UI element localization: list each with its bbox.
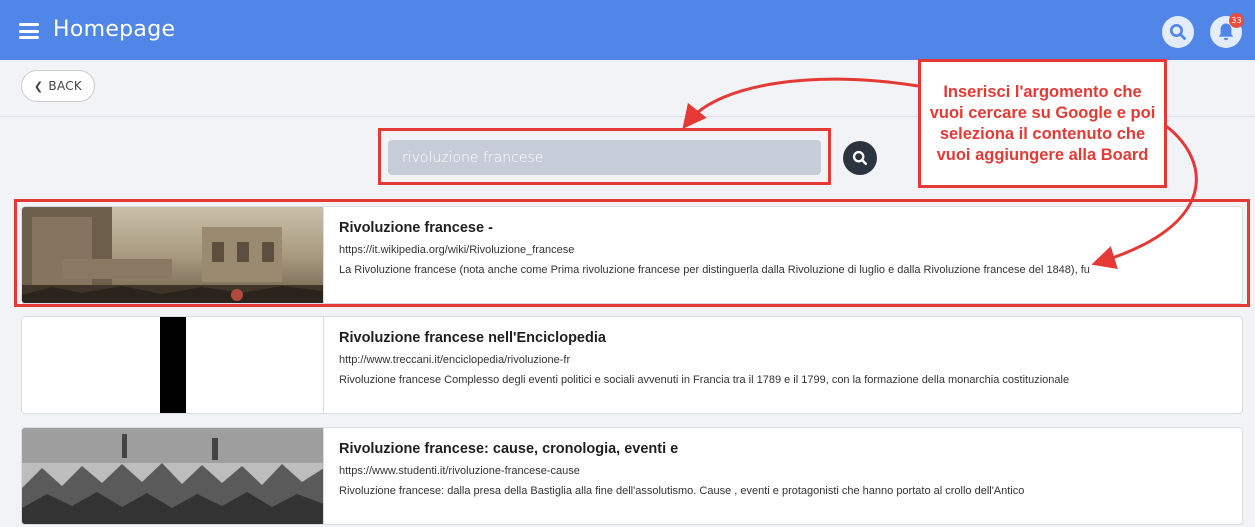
chevron-left-icon: ❮: [33, 79, 44, 93]
result-title[interactable]: Rivoluzione francese nell'Enciclopedia: [339, 330, 606, 346]
result-url: http://www.treccani.it/enciclopedia/rivo…: [339, 354, 571, 366]
back-button-label: BACK: [48, 79, 83, 93]
header-search-button[interactable]: [1162, 16, 1194, 48]
result-title[interactable]: Rivoluzione francese -: [339, 220, 493, 236]
result-url: https://www.studenti.it/rivoluzione-fran…: [339, 465, 580, 477]
result-card[interactable]: Rivoluzione francese - https://it.wikipe…: [21, 206, 1243, 304]
result-description: Rivoluzione francese Complesso degli eve…: [339, 374, 1070, 386]
search-input[interactable]: [388, 140, 821, 175]
annotation-callout: Inserisci l'argomento che vuoi cercare s…: [918, 59, 1167, 188]
result-description: Rivoluzione francese: dalla presa della …: [339, 485, 1025, 497]
result-card[interactable]: Rivoluzione francese nell'Enciclopedia h…: [21, 316, 1243, 414]
page-title: Homepage: [53, 17, 176, 42]
result-title[interactable]: Rivoluzione francese: cause, cronologia,…: [339, 441, 678, 457]
app-header: Homepage 33: [0, 0, 1255, 60]
search-icon: [852, 150, 868, 166]
result-thumbnail: [22, 207, 324, 303]
back-button[interactable]: ❮ BACK: [21, 70, 95, 102]
result-url: https://it.wikipedia.org/wiki/Rivoluzion…: [339, 244, 575, 256]
result-description: La Rivoluzione francese (nota anche come…: [339, 264, 1090, 276]
result-thumbnail: [22, 317, 324, 413]
result-card[interactable]: Rivoluzione francese: cause, cronologia,…: [21, 427, 1243, 525]
result-thumbnail: [22, 428, 324, 524]
search-submit-button[interactable]: [843, 141, 877, 175]
menu-icon[interactable]: [19, 23, 39, 39]
search-icon: [1170, 24, 1186, 40]
notification-badge: 33: [1229, 13, 1244, 28]
